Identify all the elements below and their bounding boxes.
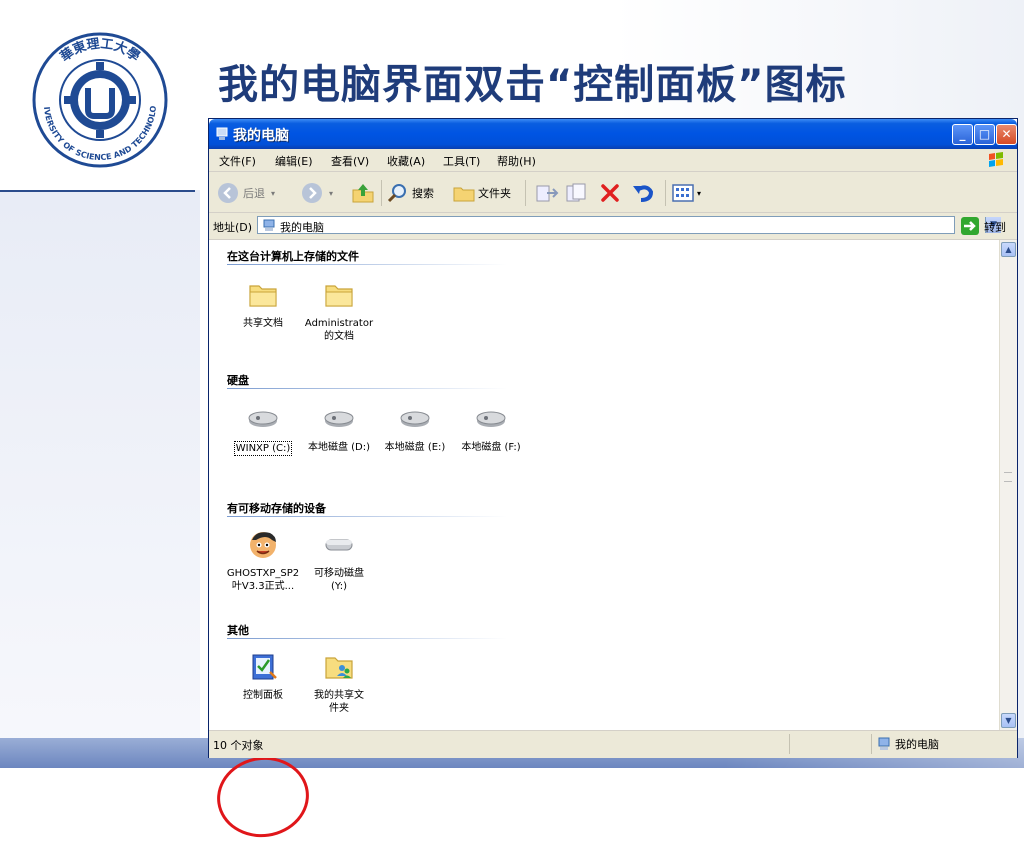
address-value: 我的电脑 <box>280 221 324 234</box>
status-divider <box>871 734 872 754</box>
copy-to-button[interactable] <box>565 182 589 204</box>
item-drive-e[interactable]: 本地磁盘 (E:) <box>375 404 455 454</box>
toolbar-separator <box>381 180 382 206</box>
item-shared-documents[interactable]: 共享文档 <box>223 280 303 330</box>
go-label[interactable]: 转到 <box>984 219 1006 235</box>
toolbar-separator <box>525 180 526 206</box>
up-folder-icon <box>352 184 374 203</box>
menu-edit[interactable]: 编辑(E) <box>275 153 313 169</box>
group-divider <box>227 516 507 517</box>
chevron-down-icon[interactable]: ▾ <box>697 189 701 198</box>
computer-icon <box>216 127 228 140</box>
address-bar: 地址(D) 我的电脑 ▼ 转到 <box>209 213 1017 240</box>
scroll-up-button[interactable]: ▲ <box>1001 242 1016 257</box>
undo-icon <box>633 185 654 202</box>
window-title: 我的电脑 <box>233 128 289 144</box>
forward-arrow-icon <box>302 183 322 203</box>
slide-title: 我的电脑界面双击“控制面板”图标 <box>218 62 847 108</box>
folder-icon <box>453 187 475 202</box>
move-to-button[interactable] <box>535 182 559 204</box>
menu-favorites[interactable]: 收藏(A) <box>387 153 425 169</box>
file-list-area: 在这台计算机上存储的文件 共享文档 Administrator 的文档 硬盘 W… <box>209 240 999 843</box>
status-location: 我的电脑 <box>877 736 939 752</box>
views-icon <box>672 184 694 202</box>
group-title-other: 其他 <box>227 624 249 637</box>
menu-help[interactable]: 帮助(H) <box>497 153 536 169</box>
status-object-count: 10 个对象 <box>213 739 264 752</box>
views-button[interactable]: ▾ <box>671 182 701 204</box>
status-bar: 10 个对象 我的电脑 <box>209 730 1017 758</box>
menu-tools[interactable]: 工具(T) <box>443 153 480 169</box>
computer-icon <box>263 219 275 231</box>
go-arrow-icon <box>964 221 976 231</box>
item-removable-disk-y[interactable]: 可移动磁盘 (Y:) <box>299 530 379 593</box>
left-decor-line <box>0 190 195 192</box>
toolbar: 后退 ▾ ▾ 搜索 文件夹 ▾ <box>209 172 1017 213</box>
search-icon <box>387 184 406 203</box>
hard-drive-icon <box>324 411 354 427</box>
move-to-icon <box>536 185 559 202</box>
left-decor-band <box>0 190 200 768</box>
minimize-button[interactable]: _ <box>952 124 973 145</box>
address-label: 地址(D) <box>213 221 253 234</box>
item-control-panel[interactable]: 控制面板 <box>223 652 303 702</box>
search-button[interactable]: 搜索 <box>387 182 434 204</box>
shared-folder-icon <box>325 657 353 679</box>
cd-drive-icon <box>250 532 276 558</box>
hard-drive-icon <box>248 411 278 427</box>
back-arrow-icon <box>218 183 238 203</box>
delete-icon <box>601 184 619 202</box>
maximize-button[interactable]: □ <box>974 124 995 145</box>
group-divider <box>227 264 507 265</box>
group-title-removable-devices: 有可移动存储的设备 <box>227 502 326 515</box>
group-title-hard-disks: 硬盘 <box>227 374 249 387</box>
item-my-shared-folder[interactable]: 我的共享文 件夹 <box>299 652 379 715</box>
item-drive-d[interactable]: 本地磁盘 (D:) <box>299 404 379 454</box>
scroll-grip <box>1004 472 1012 482</box>
folder-icon <box>325 285 353 307</box>
university-logo: 華東理工大學 UNIVERSITY OF SCIENCE AND TECHNOL… <box>30 30 168 168</box>
menu-bar: 文件(F) 编辑(E) 查看(V) 收藏(A) 工具(T) 帮助(H) <box>209 149 1017 172</box>
computer-icon <box>878 737 890 750</box>
copy-to-icon <box>566 183 586 202</box>
vertical-scrollbar[interactable]: ▲ ▼ <box>999 240 1017 730</box>
item-ghostxp-cd[interactable]: GHOSTXP_SP2 叶V3.3正式... <box>223 530 303 593</box>
group-divider <box>227 638 507 639</box>
group-divider <box>227 388 507 389</box>
chevron-down-icon[interactable]: ▾ <box>271 189 275 198</box>
group-title-stored-files: 在这台计算机上存储的文件 <box>227 250 359 263</box>
toolbar-separator <box>665 180 666 206</box>
close-button[interactable]: ✕ <box>996 124 1017 145</box>
hard-drive-icon <box>476 411 506 427</box>
my-computer-window: 我的电脑 _ □ ✕ 文件(F) 编辑(E) 查看(V) 收藏(A) 工具(T)… <box>208 118 1018 843</box>
chevron-down-icon[interactable]: ▾ <box>329 189 333 198</box>
item-administrator-documents[interactable]: Administrator 的文档 <box>299 280 379 343</box>
control-panel-icon <box>252 654 277 680</box>
up-folder-button[interactable] <box>351 182 375 204</box>
scroll-down-button[interactable]: ▼ <box>1001 713 1016 728</box>
menu-view[interactable]: 查看(V) <box>331 153 369 169</box>
go-button[interactable] <box>961 217 979 235</box>
item-drive-c[interactable]: WINXP (C:) <box>223 404 303 456</box>
back-button[interactable]: 后退 ▾ <box>217 182 275 204</box>
removable-disk-icon <box>325 539 353 551</box>
folders-button[interactable]: 文件夹 <box>453 182 511 204</box>
title-bar[interactable]: 我的电脑 _ □ ✕ <box>209 119 1017 149</box>
hard-drive-icon <box>400 411 430 427</box>
menu-file[interactable]: 文件(F) <box>219 153 256 169</box>
delete-button[interactable] <box>599 182 621 204</box>
windows-logo-icon <box>989 152 1003 167</box>
address-field[interactable]: 我的电脑 ▼ <box>257 216 1001 234</box>
status-divider <box>789 734 790 754</box>
item-drive-f[interactable]: 本地磁盘 (F:) <box>451 404 531 454</box>
folder-icon <box>249 285 277 307</box>
undo-button[interactable] <box>631 182 655 204</box>
forward-button[interactable]: ▾ <box>301 182 333 204</box>
